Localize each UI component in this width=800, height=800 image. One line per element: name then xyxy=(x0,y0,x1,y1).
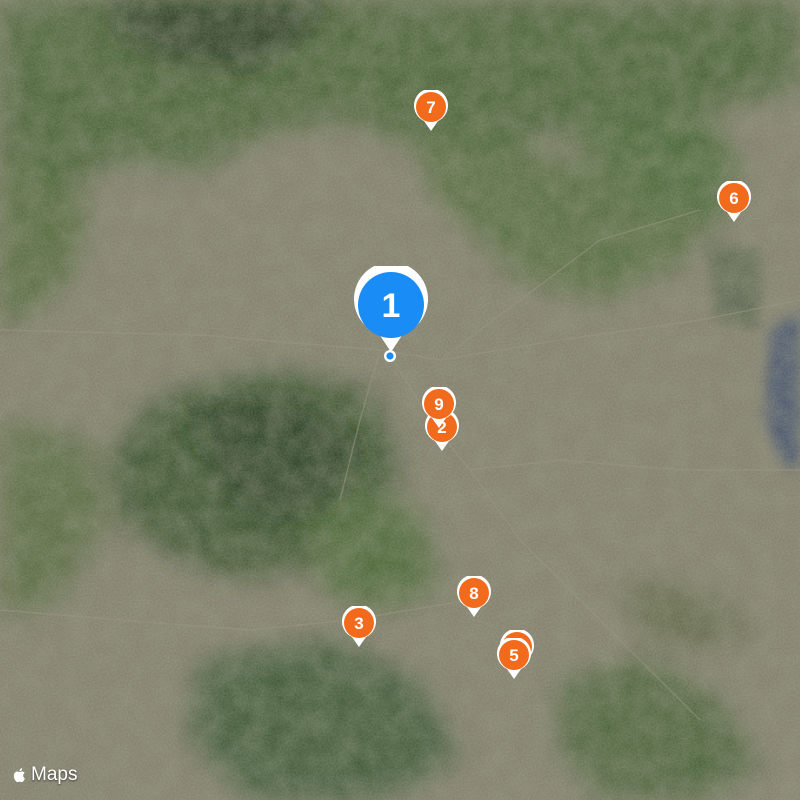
pin-label: 8 xyxy=(469,584,478,603)
pin-6[interactable]: 6 xyxy=(716,181,752,223)
pin-label: 6 xyxy=(729,189,738,208)
pin-7[interactable]: 7 xyxy=(413,90,449,132)
pin-9[interactable]: 9 xyxy=(421,387,457,429)
primary-pin-1[interactable]: 1 xyxy=(352,266,430,354)
satellite-imagery xyxy=(0,0,800,800)
pin-3[interactable]: 3 xyxy=(341,606,377,648)
pin-label: 3 xyxy=(354,614,363,633)
maps-attribution[interactable]: Maps xyxy=(12,764,77,786)
pin-label: 1 xyxy=(382,287,401,325)
maps-attribution-label: Maps xyxy=(31,764,78,785)
apple-logo-icon xyxy=(13,768,25,783)
pin-label: 5 xyxy=(509,646,518,665)
pin-label: 9 xyxy=(434,395,443,414)
satellite-map[interactable]: 1 2 9 3 4 5 6 7 8 xyxy=(0,0,800,800)
pin-label: 7 xyxy=(426,98,435,117)
pin-5[interactable]: 5 xyxy=(496,638,532,680)
pin-8[interactable]: 8 xyxy=(456,576,492,618)
